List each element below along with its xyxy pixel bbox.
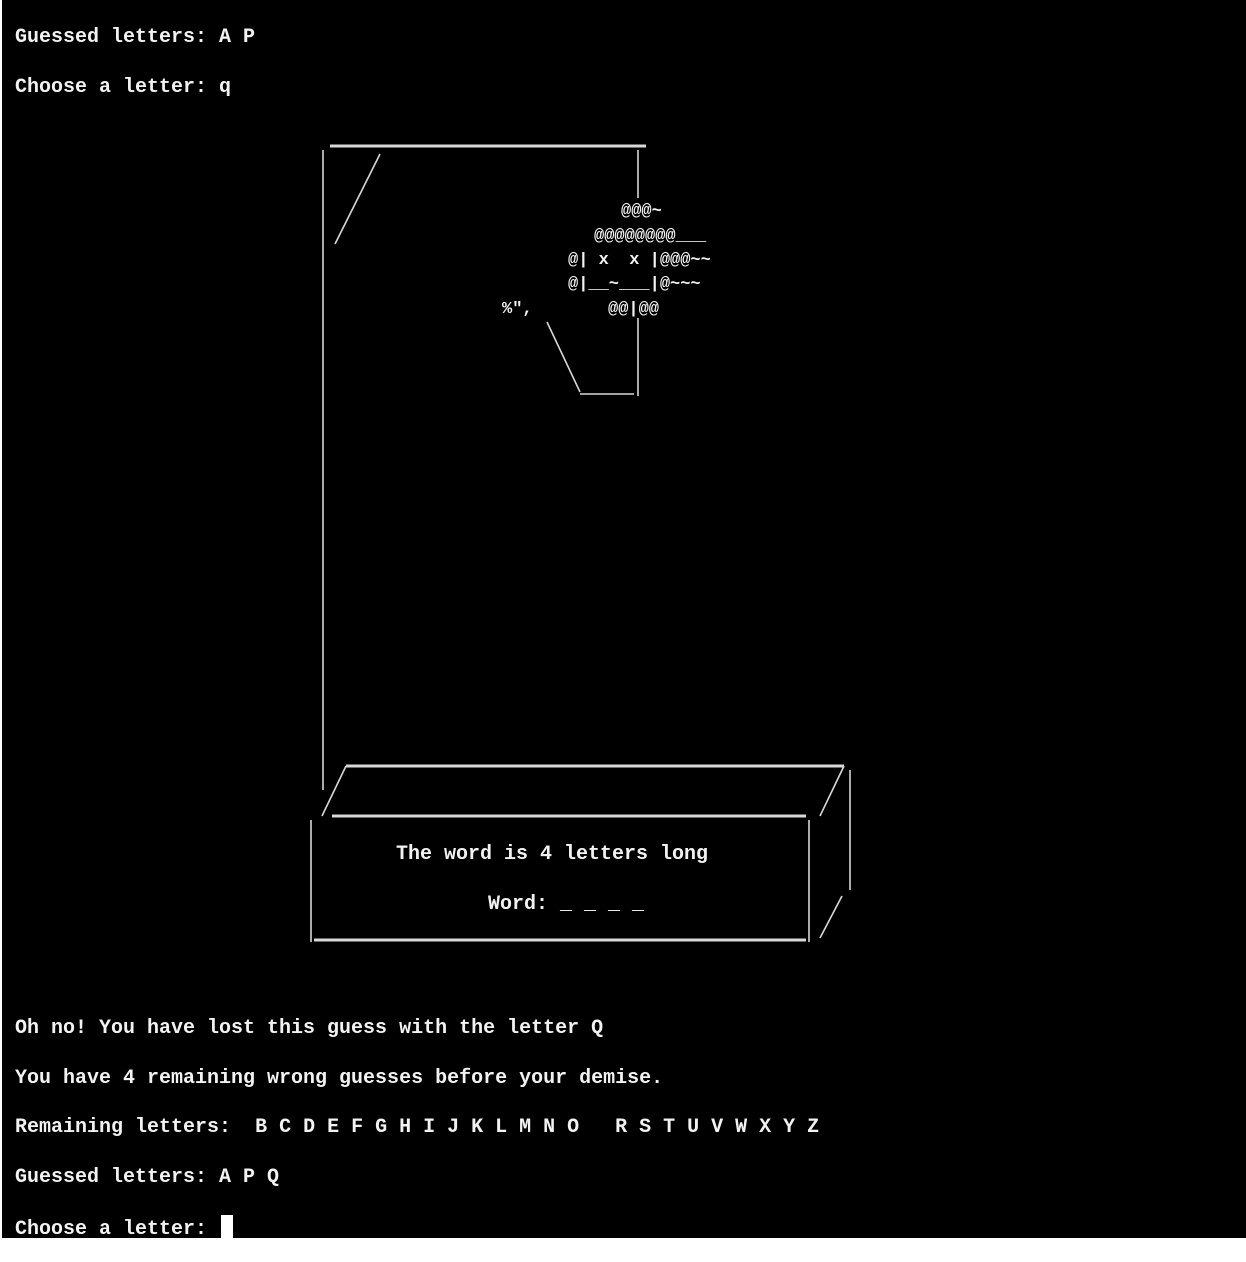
face-mouth: @|__~___|@~~~: [568, 275, 701, 294]
text-cursor[interactable]: [221, 1215, 234, 1238]
hair-top: @@@~: [621, 202, 662, 221]
box-bottom-right-edge: [819, 895, 843, 939]
hair-fringe: @@@@@@@@___: [594, 227, 707, 246]
word-blanks: _ _ _ _: [560, 893, 645, 916]
gallows-brace: [334, 153, 381, 245]
terminal-window[interactable]: Guessed letters: A P Choose a letter: q …: [2, 0, 1246, 1238]
remaining-letters-list: B C D E F G H I J K L M N O R S T U V W …: [255, 1116, 820, 1139]
remaining-wrong-guesses: You have 4 remaining wrong guesses befor…: [15, 1067, 664, 1090]
remaining-letters-line: Remaining letters: B C D E F G H I J K L…: [15, 1116, 819, 1140]
chin-neck: @@|@@: [608, 300, 660, 319]
face-eyes: @| x x |@@@~~: [568, 251, 711, 270]
choose-letter-prompt[interactable]: Choose a letter:: [15, 1215, 234, 1238]
guessed-letters-current: Guessed letters: A P Q: [15, 1166, 280, 1189]
gallows-drawing: [310, 144, 851, 942]
choose-letter-label: Choose a letter:: [15, 1218, 220, 1238]
remaining-letters-label: Remaining letters:: [15, 1116, 232, 1139]
word-length-info: The word is 4 letters long: [396, 843, 709, 866]
word-label: Word:: [488, 893, 549, 916]
guess-result-message: Oh no! You have lost this guess with the…: [15, 1017, 604, 1040]
hangman-arm: [546, 321, 581, 393]
hand-tuft: %",: [502, 300, 533, 319]
box-top-right-edge: [819, 765, 845, 817]
word-display: Word: _ _ _ _: [488, 893, 644, 917]
box-top-left-edge: [321, 765, 347, 817]
